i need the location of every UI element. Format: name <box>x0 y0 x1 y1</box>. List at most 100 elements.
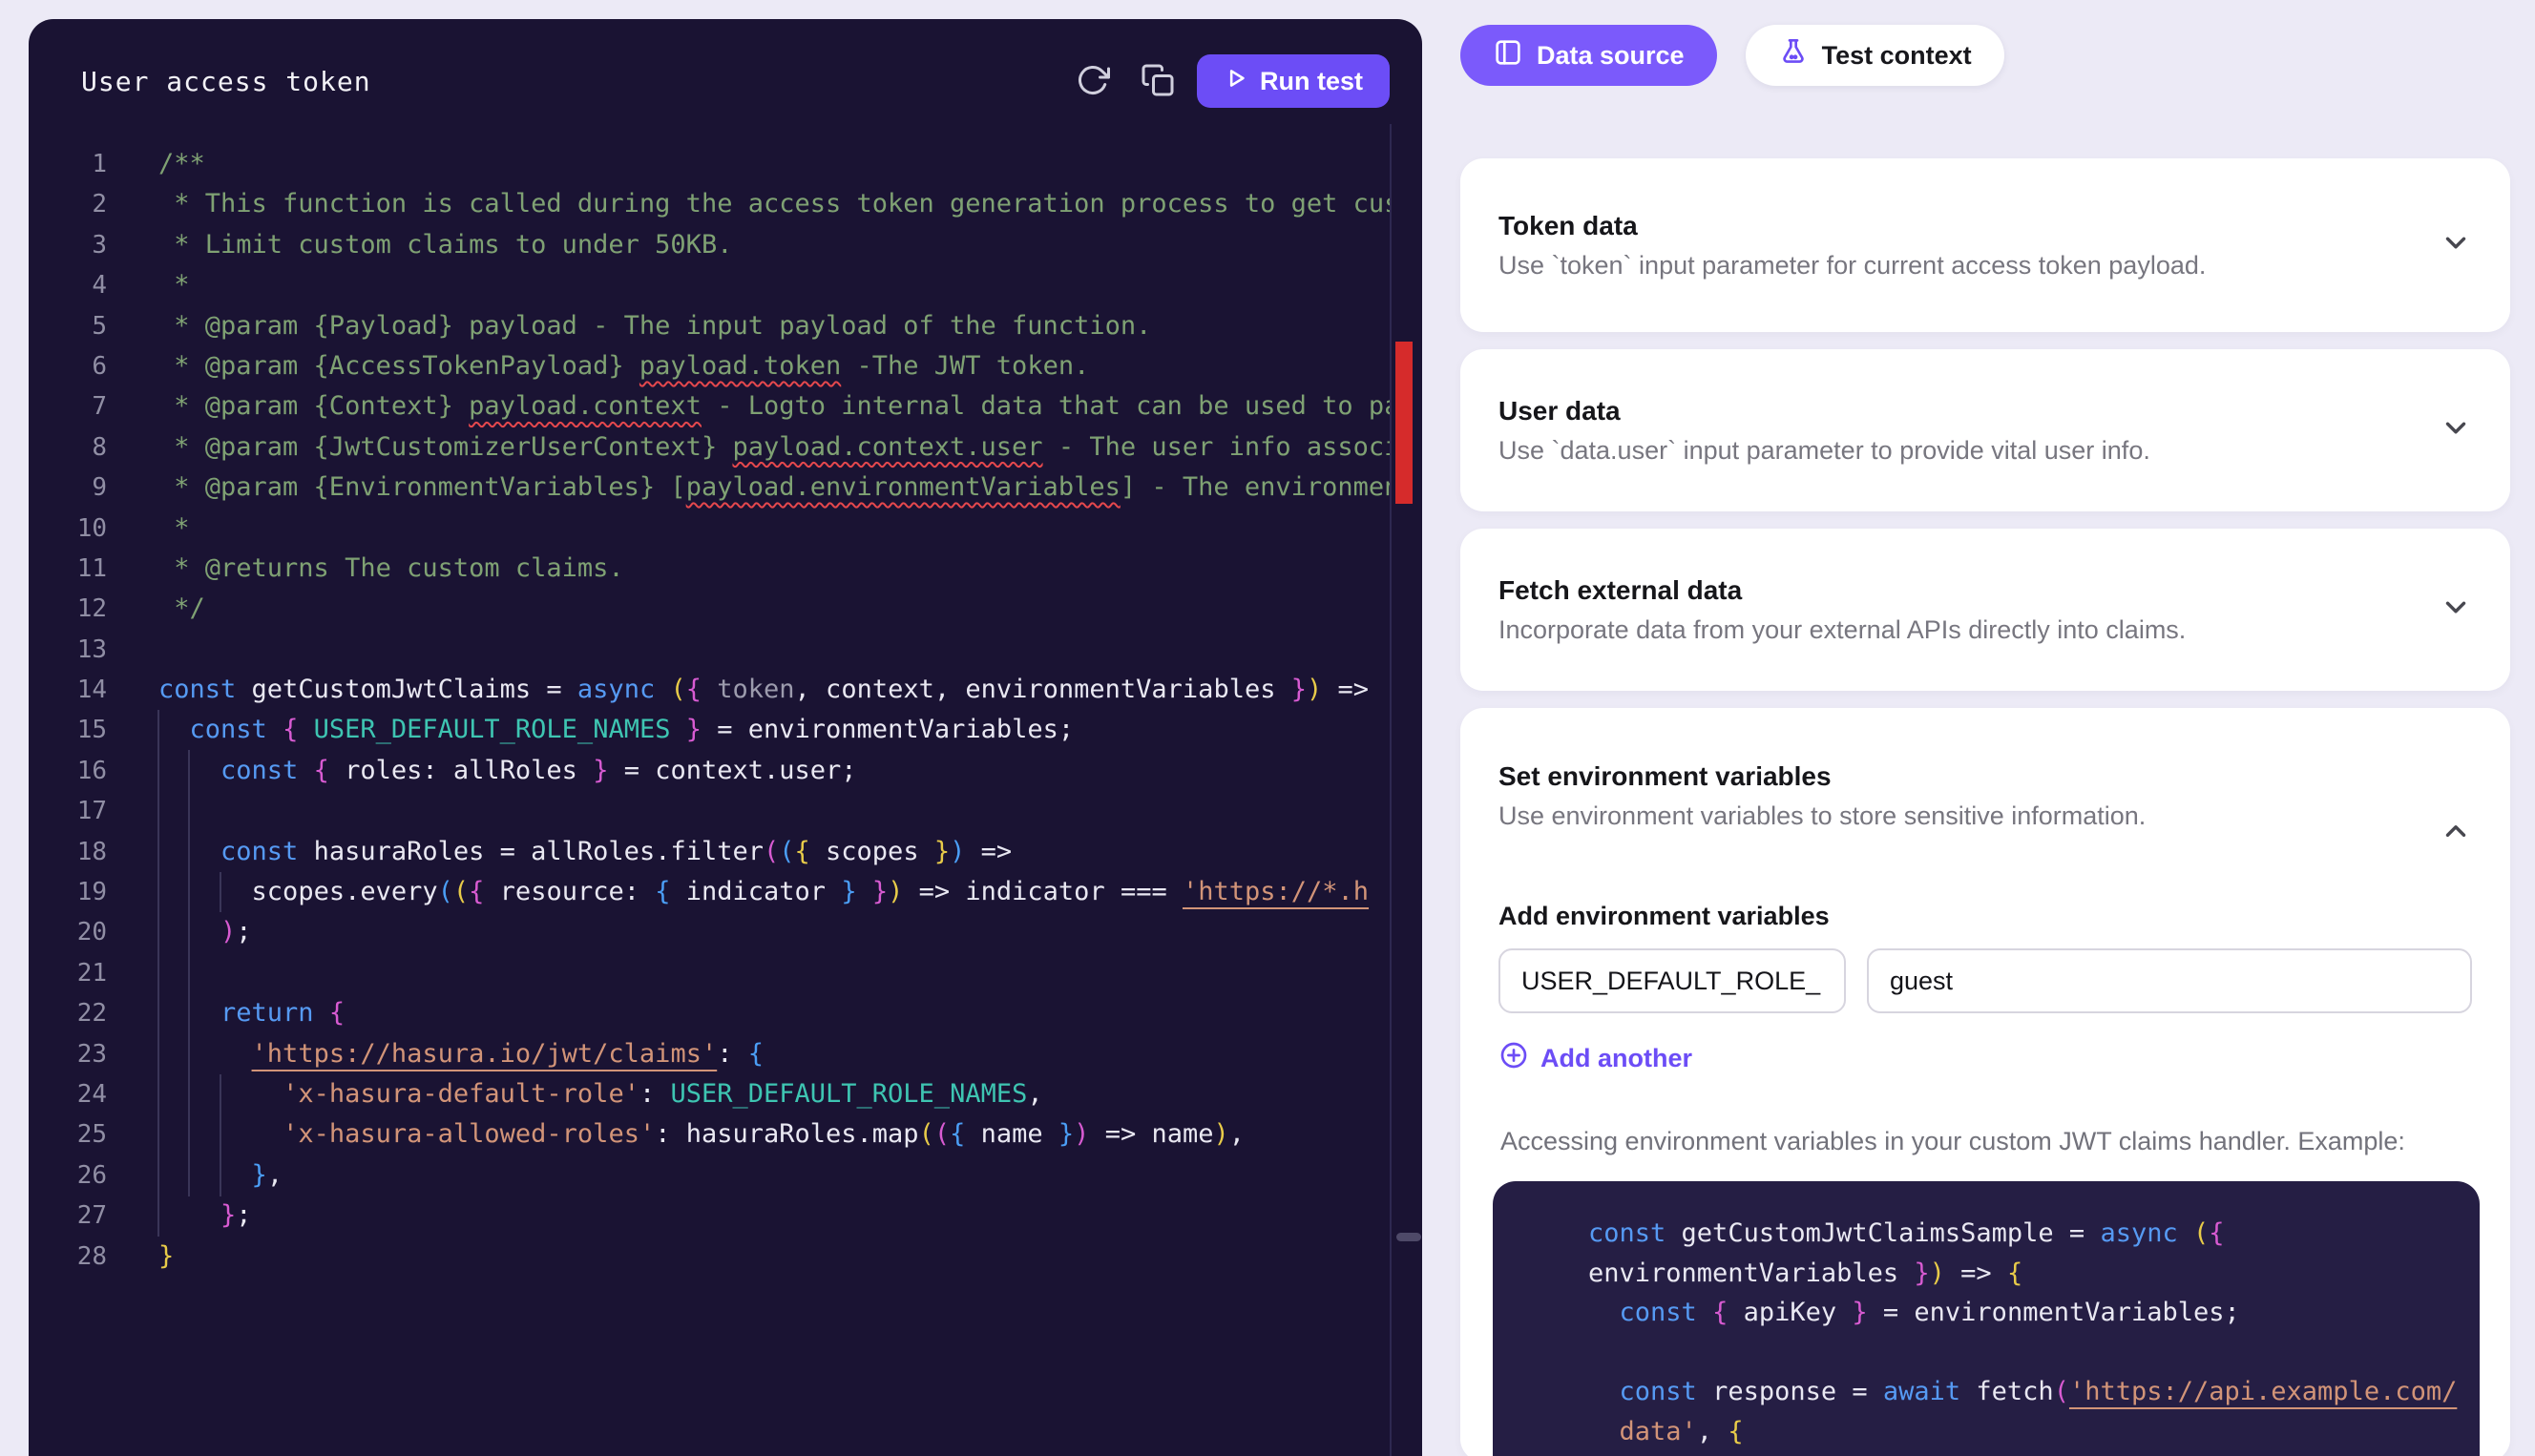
refresh-button[interactable] <box>1067 55 1119 107</box>
line-number: 12 <box>29 589 107 629</box>
code-area[interactable]: 1/**2 * This function is called during t… <box>29 144 1390 1277</box>
code-text: 'https://hasura.io/jwt/claims': { <box>158 1034 764 1074</box>
code-text: return { <box>158 993 345 1033</box>
card-fetch-external-data[interactable]: Fetch external data Incorporate data fro… <box>1460 529 2510 691</box>
line-number: 21 <box>29 953 107 993</box>
code-text: * @returns The custom claims. <box>158 549 624 589</box>
tab-test-context-label: Test context <box>1822 41 1972 71</box>
refresh-icon <box>1076 63 1110 100</box>
card-set-environment-variables: Set environment variables Use environmen… <box>1460 708 2510 1456</box>
indent-guide <box>220 1074 221 1196</box>
code-text: * @param {Payload} payload - The input p… <box>158 306 1151 346</box>
card-title: Token data <box>1498 211 2472 241</box>
indent-guide <box>157 710 159 1237</box>
code-text: const { apiKey } = environmentVariables; <box>1588 1293 2240 1333</box>
code-line <box>1537 1333 2436 1373</box>
tab-bar: Data source Test context <box>1460 25 2004 86</box>
card-title: User data <box>1498 396 2472 426</box>
line-number: 18 <box>29 832 107 872</box>
code-text: * @param {EnvironmentVariables} [payload… <box>158 468 1390 508</box>
add-another-label: Add another <box>1540 1044 1692 1073</box>
code-line: 9 * @param {EnvironmentVariables} [paylo… <box>29 468 1390 508</box>
error-overview-mark <box>1395 342 1413 504</box>
chevron-down-icon[interactable] <box>2440 412 2472 449</box>
code-line: 26}, <box>29 1155 1390 1196</box>
line-number: 26 <box>29 1155 107 1196</box>
card-title: Set environment variables <box>1498 761 2472 792</box>
code-line: 5 * @param {Payload} payload - The input… <box>29 306 1390 346</box>
tab-test-context[interactable]: Test context <box>1746 25 2004 86</box>
indent-guide <box>220 872 221 912</box>
code-text: const { USER_DEFAULT_ROLE_NAMES } = envi… <box>158 710 1074 750</box>
code-line: const { apiKey } = environmentVariables; <box>1537 1293 2436 1333</box>
line-number: 6 <box>29 346 107 386</box>
code-line: environmentVariables }) => { <box>1537 1254 2436 1294</box>
line-number: 27 <box>29 1196 107 1236</box>
line-number: 22 <box>29 993 107 1033</box>
code-text: } <box>158 1237 174 1277</box>
scrollbar-thumb[interactable] <box>1396 1233 1421 1241</box>
right-panel: Data source Test context Token data Use … <box>1460 0 2510 1456</box>
env-example-intro: Accessing environment variables in your … <box>1500 1127 2472 1156</box>
card-user-data[interactable]: User data Use `data.user` input paramete… <box>1460 349 2510 511</box>
code-text: * <box>158 265 190 305</box>
tab-data-source-label: Data source <box>1537 41 1685 71</box>
code-line: 8 * @param {JwtCustomizerUserContext} pa… <box>29 427 1390 468</box>
chevron-up-icon[interactable] <box>2440 815 2472 852</box>
code-line: 13 <box>29 630 1390 670</box>
line-number: 10 <box>29 509 107 549</box>
code-line: 20); <box>29 912 1390 952</box>
line-number: 14 <box>29 670 107 710</box>
env-vars-label: Add environment variables <box>1498 902 2472 931</box>
code-line: 12 */ <box>29 589 1390 629</box>
code-line: 14 const getCustomJwtClaims = async ({ to… <box>29 670 1390 710</box>
line-number: 9 <box>29 468 107 508</box>
run-test-button[interactable]: Run test <box>1197 54 1390 108</box>
code-text: * @param {AccessTokenPayload} payload.to… <box>158 346 1089 386</box>
code-line: 28} <box>29 1237 1390 1277</box>
code-text: scopes.every(({ resource: { indicator } … <box>158 872 1369 912</box>
card-description: Incorporate data from your external APIs… <box>1498 615 2472 645</box>
env-name-input[interactable] <box>1498 948 1846 1013</box>
code-text: * <box>158 509 190 549</box>
code-text: */ <box>158 589 205 629</box>
tab-data-source[interactable]: Data source <box>1460 25 1717 86</box>
code-text: * @param {Context} payload.context - Log… <box>158 386 1390 426</box>
play-icon <box>1224 65 1250 98</box>
card-description: Use `data.user` input parameter to provi… <box>1498 436 2472 466</box>
code-line: 1/** <box>29 144 1390 184</box>
code-line: 24'x-hasura-default-role': USER_DEFAULT_… <box>29 1074 1390 1114</box>
sidebar-icon <box>1493 37 1523 74</box>
line-number: 11 <box>29 549 107 589</box>
env-value-input[interactable] <box>1867 948 2472 1013</box>
line-number: 4 <box>29 265 107 305</box>
code-text: ); <box>158 912 252 952</box>
chevron-down-icon[interactable] <box>2440 227 2472 264</box>
card-token-data[interactable]: Token data Use `token` input parameter f… <box>1460 158 2510 332</box>
code-text: 'x-hasura-allowed-roles': hasuraRoles.ma… <box>158 1114 1245 1154</box>
code-text: const getCustomJwtClaims = async ({ toke… <box>158 670 1369 710</box>
code-line: 11 * @returns The custom claims. <box>29 549 1390 589</box>
line-number: 13 <box>29 630 107 670</box>
code-line: 18 const hasuraRoles = allRoles.filter(({… <box>29 832 1390 872</box>
scrollbar-track-line <box>1390 124 1392 1456</box>
app: User access token <box>0 0 2535 1456</box>
code-line: const response = await fetch('https://ap… <box>1537 1372 2436 1412</box>
code-text: const hasuraRoles = allRoles.filter(({ s… <box>158 832 1012 872</box>
code-line: 7 * @param {Context} payload.context - L… <box>29 386 1390 426</box>
line-number: 20 <box>29 912 107 952</box>
code-text: 'x-hasura-default-role': USER_DEFAULT_RO… <box>158 1074 1043 1114</box>
code-text: const getCustomJwtClaimsSample = async (… <box>1588 1214 2225 1254</box>
code-line: 15const { USER_DEFAULT_ROLE_NAMES } = en… <box>29 710 1390 750</box>
code-text: environmentVariables }) => { <box>1588 1254 2022 1294</box>
chevron-down-icon[interactable] <box>2440 592 2472 629</box>
code-text: /** <box>158 144 205 184</box>
code-line: 3 * Limit custom claims to under 50KB. <box>29 225 1390 265</box>
line-number: 8 <box>29 427 107 468</box>
add-another-button[interactable]: Add another <box>1498 1040 1692 1077</box>
indent-guide <box>188 750 190 1196</box>
copy-button[interactable] <box>1132 55 1184 107</box>
line-number: 7 <box>29 386 107 426</box>
editor-titlebar: User access token <box>29 19 1422 143</box>
run-test-label: Run test <box>1260 67 1363 96</box>
